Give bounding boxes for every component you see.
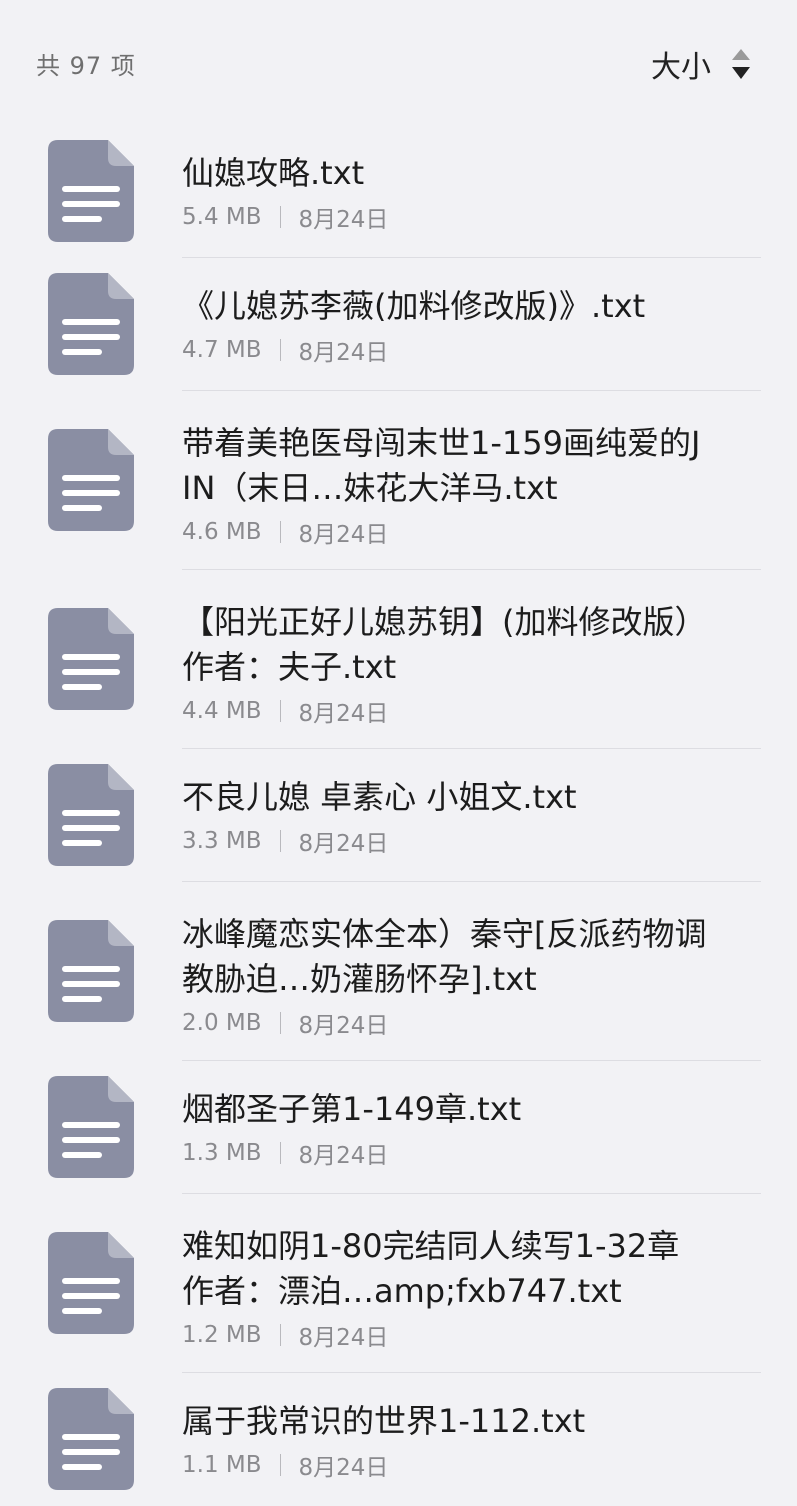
meta-separator xyxy=(279,1324,281,1346)
file-date: 8月24日 xyxy=(298,1325,389,1351)
file-name: 带着美艳医母闯末世1-159画纯爱的JIN（末日…妹花大洋马.txt xyxy=(182,424,701,507)
file-size: 4.6 MB xyxy=(182,519,262,545)
meta-separator xyxy=(279,206,281,228)
file-date: 8月24日 xyxy=(298,701,389,727)
file-name: 烟都圣子第1-149章.txt xyxy=(182,1090,522,1128)
file-date: 8月24日 xyxy=(298,207,389,233)
sort-label: 大小 xyxy=(651,50,711,85)
file-name: 不良儿媳 卓素心 小姐文.txt xyxy=(182,778,577,816)
file-name: 冰峰魔恋实体全本）秦守[反派药物调教胁迫…奶灌肠怀孕].txt xyxy=(182,915,707,998)
file-size: 1.3 MB xyxy=(182,1140,262,1166)
file-row[interactable]: 属于我常识的世界1-112.txt 1.1 MB 8月24日 xyxy=(0,1373,797,1506)
meta-separator xyxy=(279,521,281,543)
meta-separator xyxy=(279,830,281,852)
item-count: 共 97 项 xyxy=(36,52,136,80)
text-file-icon xyxy=(48,1076,134,1178)
text-file-icon xyxy=(48,1388,134,1490)
file-size: 4.4 MB xyxy=(182,698,262,724)
file-row[interactable]: 带着美艳医母闯末世1-159画纯爱的JIN（末日…妹花大洋马.txt 4.6 M… xyxy=(0,391,797,570)
file-row[interactable]: 仙媳攻略.txt 5.4 MB 8月24日 xyxy=(0,125,797,258)
sort-order-icon xyxy=(729,47,753,81)
file-date: 8月24日 xyxy=(298,522,389,548)
text-file-icon xyxy=(48,1232,134,1334)
text-file-icon xyxy=(48,140,134,242)
text-file-icon xyxy=(48,608,134,710)
file-size: 1.1 MB xyxy=(182,1452,262,1478)
meta-separator xyxy=(279,700,281,722)
file-size: 4.7 MB xyxy=(182,337,262,363)
file-size: 1.2 MB xyxy=(182,1322,262,1348)
file-row[interactable]: 《儿媳苏李薇(加料修改版)》.txt 4.7 MB 8月24日 xyxy=(0,258,797,391)
text-file-icon xyxy=(48,429,134,531)
file-name: 仙媳攻略.txt xyxy=(182,154,365,192)
list-header: 共 97 项 大小 xyxy=(0,0,797,128)
file-date: 8月24日 xyxy=(298,1013,389,1039)
file-row[interactable]: 难知如阴1-80完结同人续写1-32章作者：漂泊…amp;fxb747.txt … xyxy=(0,1194,797,1373)
file-name: 难知如阴1-80完结同人续写1-32章作者：漂泊…amp;fxb747.txt xyxy=(182,1227,680,1310)
file-list: 仙媳攻略.txt 5.4 MB 8月24日 《儿媳苏李薇(加料修改版)》.txt … xyxy=(0,125,797,1506)
file-name: 属于我常识的世界1-112.txt xyxy=(182,1402,586,1440)
file-date: 8月24日 xyxy=(298,340,389,366)
file-date: 8月24日 xyxy=(298,831,389,857)
file-size: 5.4 MB xyxy=(182,204,262,230)
file-size: 3.3 MB xyxy=(182,828,262,854)
file-date: 8月24日 xyxy=(298,1455,389,1481)
file-row[interactable]: 烟都圣子第1-149章.txt 1.3 MB 8月24日 xyxy=(0,1061,797,1194)
meta-separator xyxy=(279,1454,281,1476)
text-file-icon xyxy=(48,920,134,1022)
file-name: 【阳光正好儿媳苏钥】(加料修改版）作者：夫子.txt xyxy=(182,603,707,686)
file-date: 8月24日 xyxy=(298,1143,389,1169)
file-size: 2.0 MB xyxy=(182,1010,262,1036)
file-name: 《儿媳苏李薇(加料修改版)》.txt xyxy=(182,287,646,325)
meta-separator xyxy=(279,339,281,361)
file-row[interactable]: 冰峰魔恋实体全本）秦守[反派药物调教胁迫…奶灌肠怀孕].txt 2.0 MB 8月… xyxy=(0,882,797,1061)
meta-separator xyxy=(279,1012,281,1034)
text-file-icon xyxy=(48,273,134,375)
meta-separator xyxy=(279,1142,281,1164)
file-row[interactable]: 不良儿媳 卓素心 小姐文.txt 3.3 MB 8月24日 xyxy=(0,749,797,882)
file-row[interactable]: 【阳光正好儿媳苏钥】(加料修改版）作者：夫子.txt 4.4 MB 8月24日 xyxy=(0,570,797,749)
text-file-icon xyxy=(48,764,134,866)
sort-button[interactable]: 大小 xyxy=(651,42,753,86)
